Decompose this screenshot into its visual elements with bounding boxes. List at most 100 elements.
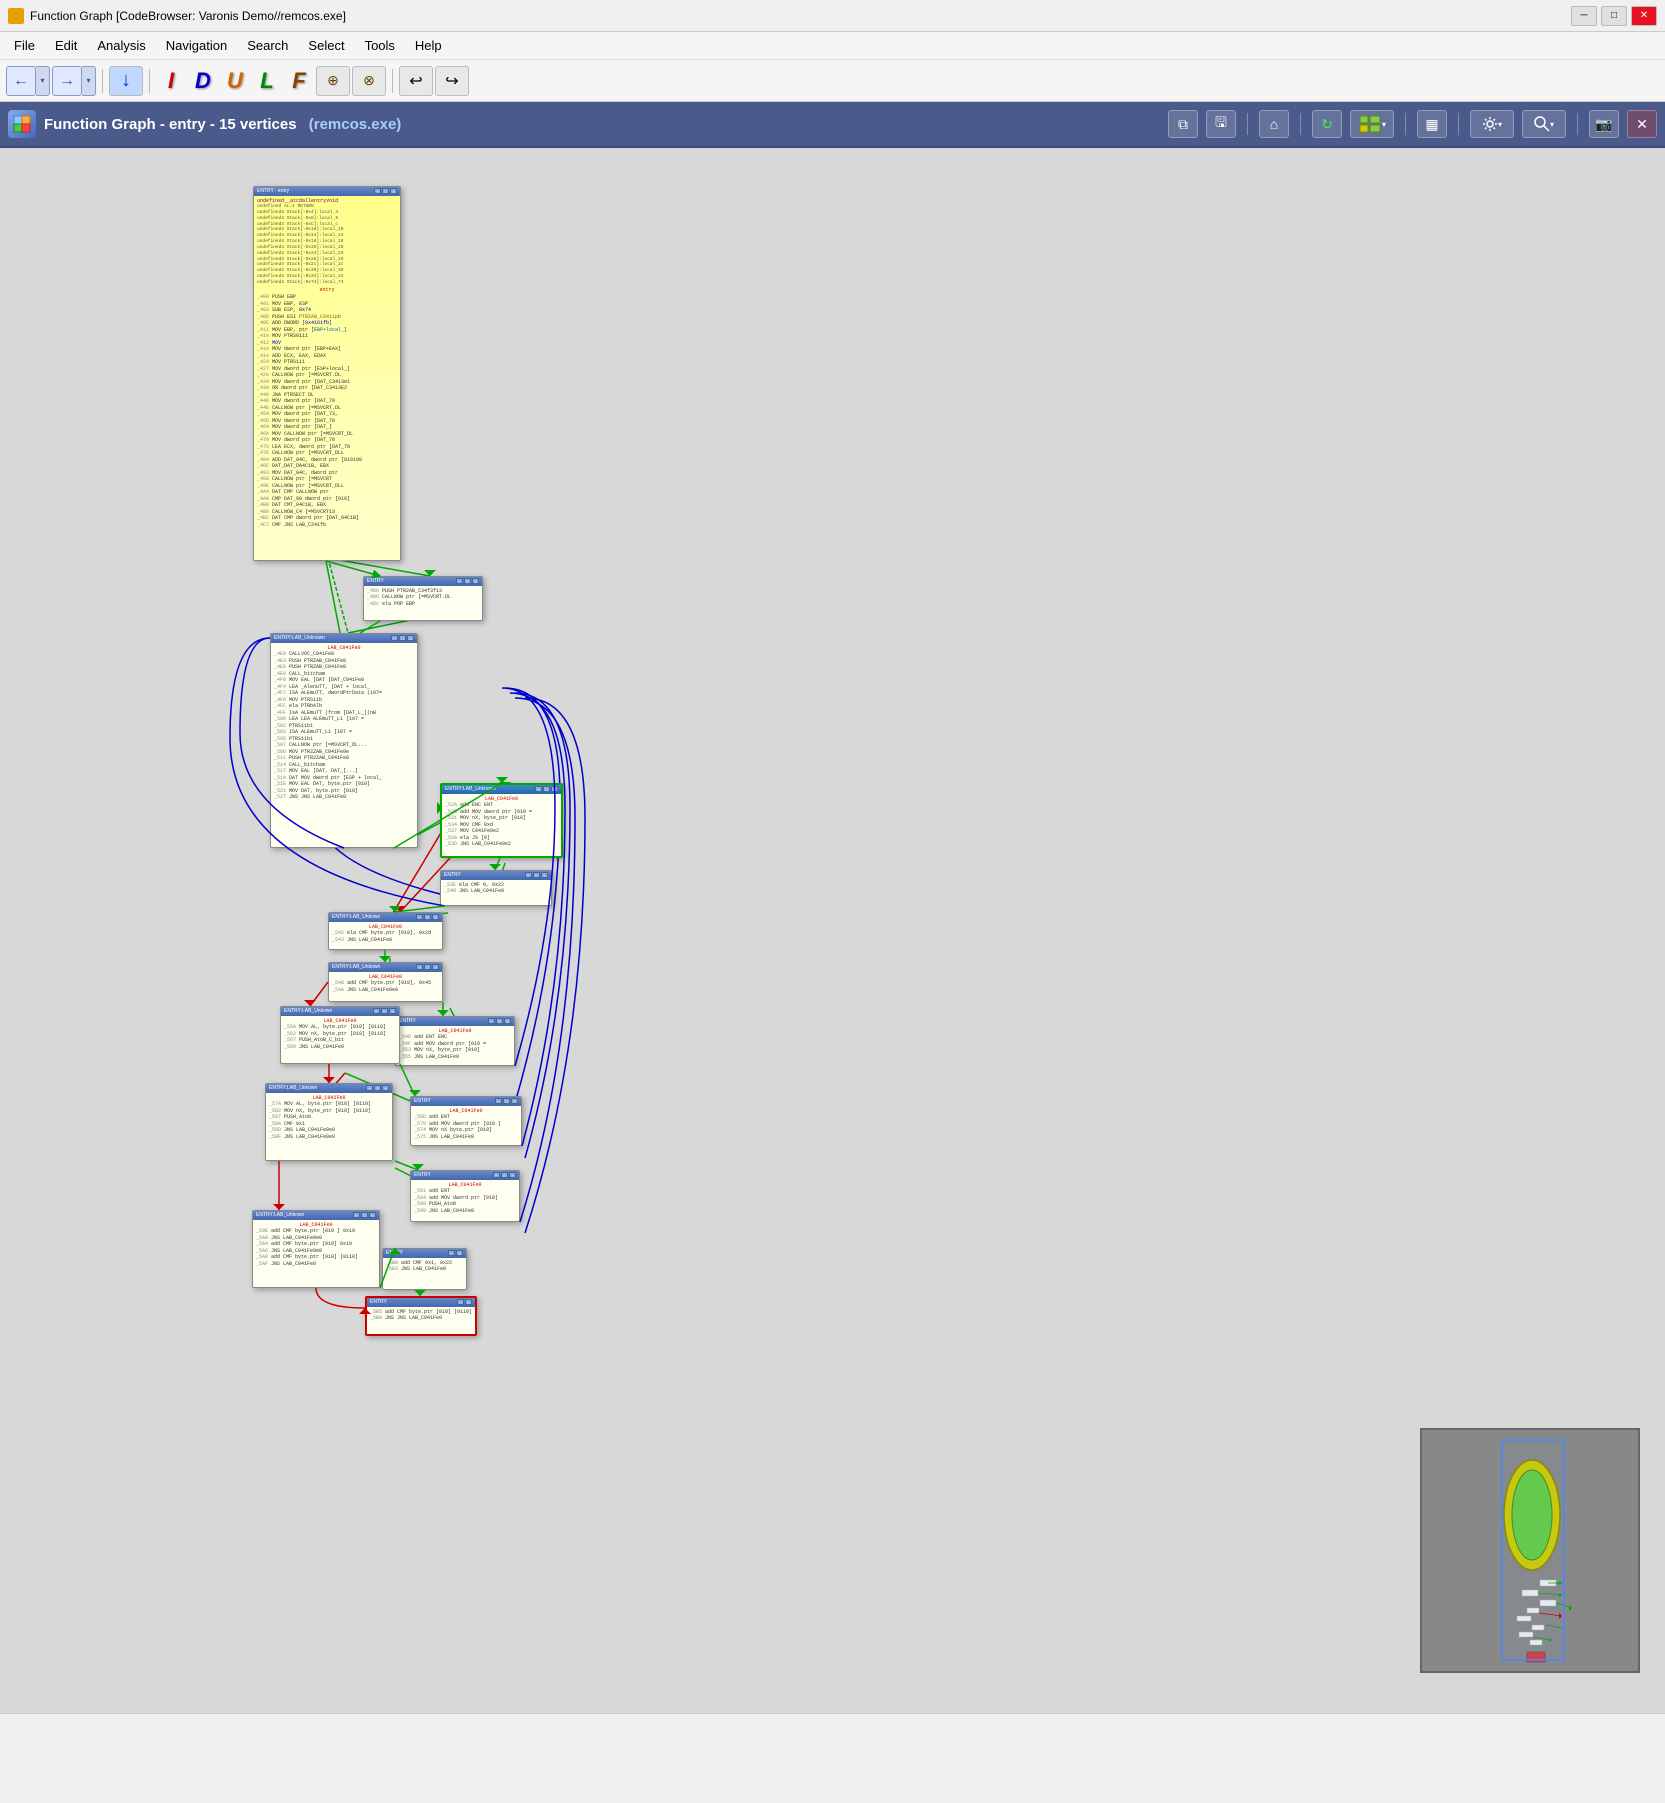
node-13-close[interactable]: × [369, 1212, 376, 1218]
node-6-max[interactable]: □ [424, 914, 431, 920]
tab-copy-button[interactable]: ⧉ [1168, 110, 1198, 138]
node-3-close[interactable]: × [407, 635, 414, 641]
node-2-max[interactable]: □ [464, 578, 471, 584]
back-dropdown[interactable]: ▾ [36, 66, 50, 96]
node-9-max[interactable]: □ [381, 1008, 388, 1014]
node-14-close[interactable]: × [456, 1250, 463, 1256]
node-3[interactable]: ENTRY:LAB_Unknown ─ □ × LAB_C041Fe0 _4E0… [270, 633, 418, 848]
tab-refresh-button[interactable]: ↻ [1312, 110, 1342, 138]
back-button[interactable]: ← [6, 66, 36, 96]
minimize-button[interactable]: ─ [1571, 6, 1597, 26]
f-button[interactable]: F [284, 66, 314, 96]
node-12[interactable]: ENTRY ─ □ × LAB_C041Fe0 _591 add ENT _59… [410, 1170, 520, 1222]
main-canvas[interactable]: ENTRY : entry ─ □ × undefined__atcdallen… [0, 148, 1665, 1713]
node-4-max[interactable]: □ [543, 786, 550, 792]
node-2-min[interactable]: ─ [456, 578, 463, 584]
tab-close-button[interactable]: ✕ [1627, 110, 1657, 138]
tab-grid-button[interactable]: ▦ [1417, 110, 1447, 138]
tab-save-button[interactable]: 🖫 [1206, 110, 1236, 138]
tab-sep-5 [1577, 113, 1578, 135]
node-5-min[interactable]: ─ [525, 872, 532, 878]
forward-dropdown[interactable]: ▾ [82, 66, 96, 96]
node-11-close[interactable]: × [382, 1085, 389, 1091]
node-10-max[interactable]: □ [503, 1098, 510, 1104]
node-7-max[interactable]: □ [424, 964, 431, 970]
node-12-max[interactable]: □ [501, 1172, 508, 1178]
node-15[interactable]: ENTRY ─ × _5B5 add CMF byte.ptr [010] [0… [365, 1296, 477, 1336]
node-13-min[interactable]: ─ [353, 1212, 360, 1218]
menu-tools[interactable]: Tools [355, 34, 405, 57]
node-10-min[interactable]: ─ [495, 1098, 502, 1104]
node-6[interactable]: ENTRY:LAB_Unkown ─ □ × LAB_C041Fe0 _542 … [328, 912, 443, 950]
tab-settings-button[interactable]: ▾ [1470, 110, 1514, 138]
node-15-close[interactable]: × [465, 1299, 472, 1305]
node-7-min[interactable]: ─ [416, 964, 423, 970]
node-12-min[interactable]: ─ [493, 1172, 500, 1178]
node-5-max[interactable]: □ [533, 872, 540, 878]
node-13-titlebar: ENTRY:LAB_Unkown ─ □ × [253, 1211, 379, 1220]
node-15-min[interactable]: ─ [457, 1299, 464, 1305]
node-8-close[interactable]: × [504, 1018, 511, 1024]
node-13-max[interactable]: □ [361, 1212, 368, 1218]
target2-button[interactable]: ⊗ [352, 66, 386, 96]
node-10[interactable]: ENTRY ─ □ × LAB_C041Fe0 _56D add ENT _57… [410, 1096, 522, 1146]
tab-zoom-button[interactable]: ▾ [1522, 110, 1566, 138]
node-7[interactable]: ENTRY:LAB_Unkown ─ □ × LAB_C041Fe0 _548 … [328, 962, 443, 1002]
menu-select[interactable]: Select [298, 34, 354, 57]
u-button[interactable]: U [220, 66, 250, 96]
d-button[interactable]: D [188, 66, 218, 96]
node-11-max[interactable]: □ [374, 1085, 381, 1091]
node-12-close[interactable]: × [509, 1172, 516, 1178]
menu-analysis[interactable]: Analysis [87, 34, 155, 57]
node-6-close[interactable]: × [432, 914, 439, 920]
target1-button[interactable]: ⊕ [316, 66, 350, 96]
undo-button[interactable]: ↩ [399, 66, 433, 96]
redo-button[interactable]: ↪ [435, 66, 469, 96]
node-entry[interactable]: ENTRY : entry ─ □ × undefined__atcdallen… [253, 186, 401, 561]
menu-navigation[interactable]: Navigation [156, 34, 237, 57]
node-11-min[interactable]: ─ [366, 1085, 373, 1091]
node-4-min[interactable]: ─ [535, 786, 542, 792]
node-5[interactable]: ENTRY ─ □ × _53E ela CMF 0, 0x22 _540 JN… [440, 870, 552, 906]
maximize-button[interactable]: □ [1601, 6, 1627, 26]
menu-help[interactable]: Help [405, 34, 452, 57]
node-3-max[interactable]: □ [399, 635, 406, 641]
node-entry-min[interactable]: ─ [374, 188, 381, 194]
node-4-close[interactable]: × [551, 786, 558, 792]
node-2-close[interactable]: × [472, 578, 479, 584]
down-arrow-button[interactable]: ↓ [109, 66, 143, 96]
node-8[interactable]: ENTRY ─ □ × LAB_C041Fe0 _54D add ENT ENC… [395, 1016, 515, 1066]
node-8-content: LAB_C041Fe0 _54D add ENT ENC _54F add MO… [396, 1026, 514, 1063]
i-button[interactable]: I [156, 66, 186, 96]
node-14-min[interactable]: ─ [448, 1250, 455, 1256]
menu-search[interactable]: Search [237, 34, 298, 57]
node-5-close[interactable]: × [541, 872, 548, 878]
node-7-close[interactable]: × [432, 964, 439, 970]
node-9[interactable]: ENTRY:LAB_Unkown ─ □ × LAB_C041Fe0 _55A … [280, 1006, 400, 1064]
node-11[interactable]: ENTRY:LAB_Unkown ─ □ × LAB_C041Fe0 _57A … [265, 1083, 393, 1161]
node-10-close[interactable]: × [511, 1098, 518, 1104]
node-entry-close[interactable]: × [390, 188, 397, 194]
node-9-min[interactable]: ─ [373, 1008, 380, 1014]
node-14-content: _5B0 add CMF 0x1, 0x22 _5B3 JNS LAB_C041… [383, 1258, 466, 1275]
tab-layout-button[interactable]: ▾ [1350, 110, 1394, 138]
node-4[interactable]: ENTRY:LAB_Unknown ─ □ × LAB_C041Fe0 _52A… [440, 783, 563, 858]
tab-home-button[interactable]: ⌂ [1259, 110, 1289, 138]
node-8-min[interactable]: ─ [488, 1018, 495, 1024]
node-entry-max[interactable]: □ [382, 188, 389, 194]
close-button[interactable]: ✕ [1631, 6, 1657, 26]
l-button[interactable]: L [252, 66, 282, 96]
node-8-max[interactable]: □ [496, 1018, 503, 1024]
tab-sep-1 [1247, 113, 1248, 135]
tab-screenshot-button[interactable]: 📷 [1589, 110, 1619, 138]
node-13[interactable]: ENTRY:LAB_Unkown ─ □ × LAB_C041Fe0 _59E … [252, 1210, 380, 1288]
menu-edit[interactable]: Edit [45, 34, 87, 57]
node-14[interactable]: ENTRY ─ × _5B0 add CMF 0x1, 0x22 _5B3 JN… [382, 1248, 467, 1290]
node-3-min[interactable]: ─ [391, 635, 398, 641]
node-12-titlebar: ENTRY ─ □ × [411, 1171, 519, 1180]
node-2[interactable]: ENTRY ─ □ × _4D0 PUSH PTR2AB_C34f3f13 _4… [363, 576, 483, 621]
forward-button[interactable]: → [52, 66, 82, 96]
menu-file[interactable]: File [4, 34, 45, 57]
node-9-close[interactable]: × [389, 1008, 396, 1014]
node-6-min[interactable]: ─ [416, 914, 423, 920]
